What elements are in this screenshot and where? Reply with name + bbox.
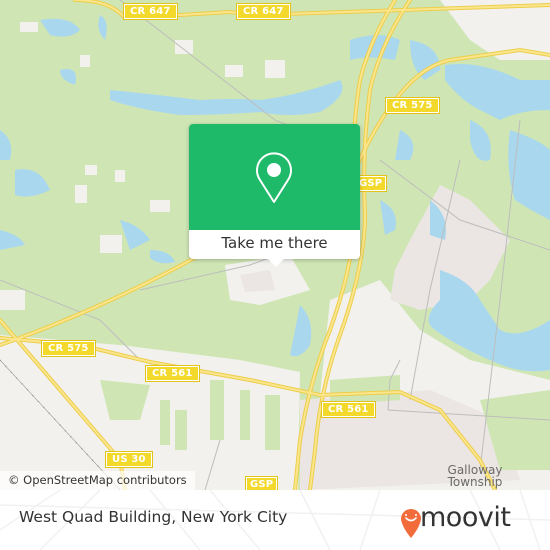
road-shield-cr647: CR 647 (123, 3, 178, 20)
location-title: West Quad Building, New York City (19, 508, 288, 526)
road-shield-us30: US 30 (105, 451, 153, 468)
road-shield-cr561: CR 561 (145, 365, 200, 382)
map[interactable]: CR 647 CR 647 CR 575 GSP CR 575 CR 561 C… (0, 0, 550, 490)
road-shield-gsp: GSP (244, 476, 279, 490)
map-attribution[interactable]: © OpenStreetMap contributors (0, 471, 195, 490)
map-pin-icon (256, 152, 292, 203)
popup-pointer (268, 259, 284, 267)
place-label-galloway-township: Galloway Township (420, 464, 530, 488)
take-me-there-button[interactable]: Take me there (189, 230, 360, 259)
moovit-logo-icon (401, 509, 421, 538)
road-shield-cr575: CR 575 (385, 97, 440, 114)
road-shield-cr561: CR 561 (321, 401, 376, 418)
popup-header[interactable] (189, 124, 360, 230)
road-shield-cr575: CR 575 (41, 340, 96, 357)
location-popup: Take me there (189, 124, 360, 267)
moovit-logo-text[interactable]: moovit (420, 502, 511, 533)
place-label-line: Township (447, 475, 503, 489)
footer-bar: West Quad Building, New York City moovit (0, 490, 550, 550)
road-shield-cr647: CR 647 (236, 3, 291, 20)
